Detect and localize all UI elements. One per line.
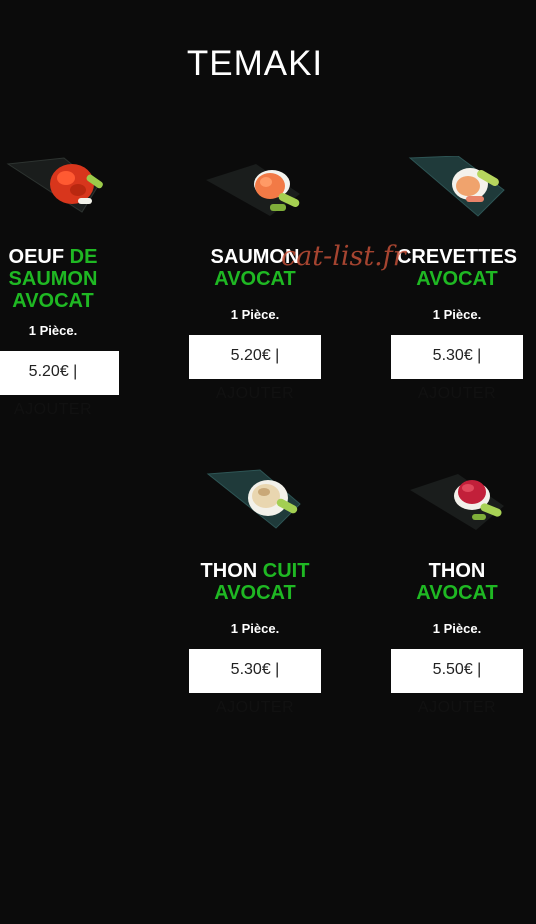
product-pieces: 1 Pièce. xyxy=(432,307,482,322)
product-name: OEUF DE SAUMON AVOCAT xyxy=(0,246,133,312)
product-pieces: 1 Pièce. xyxy=(230,621,280,636)
product-name-green: AVOCAT xyxy=(214,582,296,604)
price-button[interactable]: 5.20€ | xyxy=(189,335,321,379)
temaki-crevettes-image xyxy=(408,156,505,217)
watermark: cat-list.fr xyxy=(281,241,406,272)
product-name-green: DE xyxy=(69,246,98,268)
product-name-green: AVOCAT xyxy=(416,268,498,290)
add-to-cart-link[interactable]: AJOUTER xyxy=(391,699,523,717)
page-title: TEMAKI xyxy=(186,44,324,83)
price-button[interactable]: 5.50€ | xyxy=(391,649,523,693)
product-pieces: 1 Pièce. xyxy=(230,307,280,322)
product-name: THON AVOCAT xyxy=(377,560,536,604)
price-button[interactable]: 5.30€ | xyxy=(189,649,321,693)
temaki-thon-image xyxy=(410,474,504,530)
product-name-green: AVOCAT xyxy=(416,582,498,604)
product-name-green: AVOCAT xyxy=(12,290,94,312)
product-name-white: CREVETTES xyxy=(396,246,518,268)
product-pieces: 1 Pièce. xyxy=(28,323,78,338)
add-to-cart-link[interactable]: AJOUTER xyxy=(189,385,321,403)
temaki-saumon-image xyxy=(206,164,300,216)
temaki-thon-cuit-image xyxy=(206,469,301,529)
product-name-white: THON xyxy=(200,560,258,582)
product-name: THON CUIT AVOCAT xyxy=(175,560,335,604)
product-name-green: SAUMON xyxy=(8,268,98,290)
product-name-white: OEUF xyxy=(8,246,65,268)
product-name-white: THON xyxy=(428,560,486,582)
menu-page: TEMAKI OEUF DE SAUMON AVOCAT 1 Pièce. 5.… xyxy=(0,0,536,924)
price-button[interactable]: 5.20€ | xyxy=(0,351,119,395)
add-to-cart-link[interactable]: AJOUTER xyxy=(391,385,523,403)
product-name-green: CUIT xyxy=(262,560,310,582)
add-to-cart-link[interactable]: AJOUTER xyxy=(0,401,119,419)
temaki-oeuf-saumon-image xyxy=(6,157,103,213)
product-pieces: 1 Pièce. xyxy=(432,621,482,636)
price-button[interactable]: 5.30€ | xyxy=(391,335,523,379)
add-to-cart-link[interactable]: AJOUTER xyxy=(189,699,321,717)
